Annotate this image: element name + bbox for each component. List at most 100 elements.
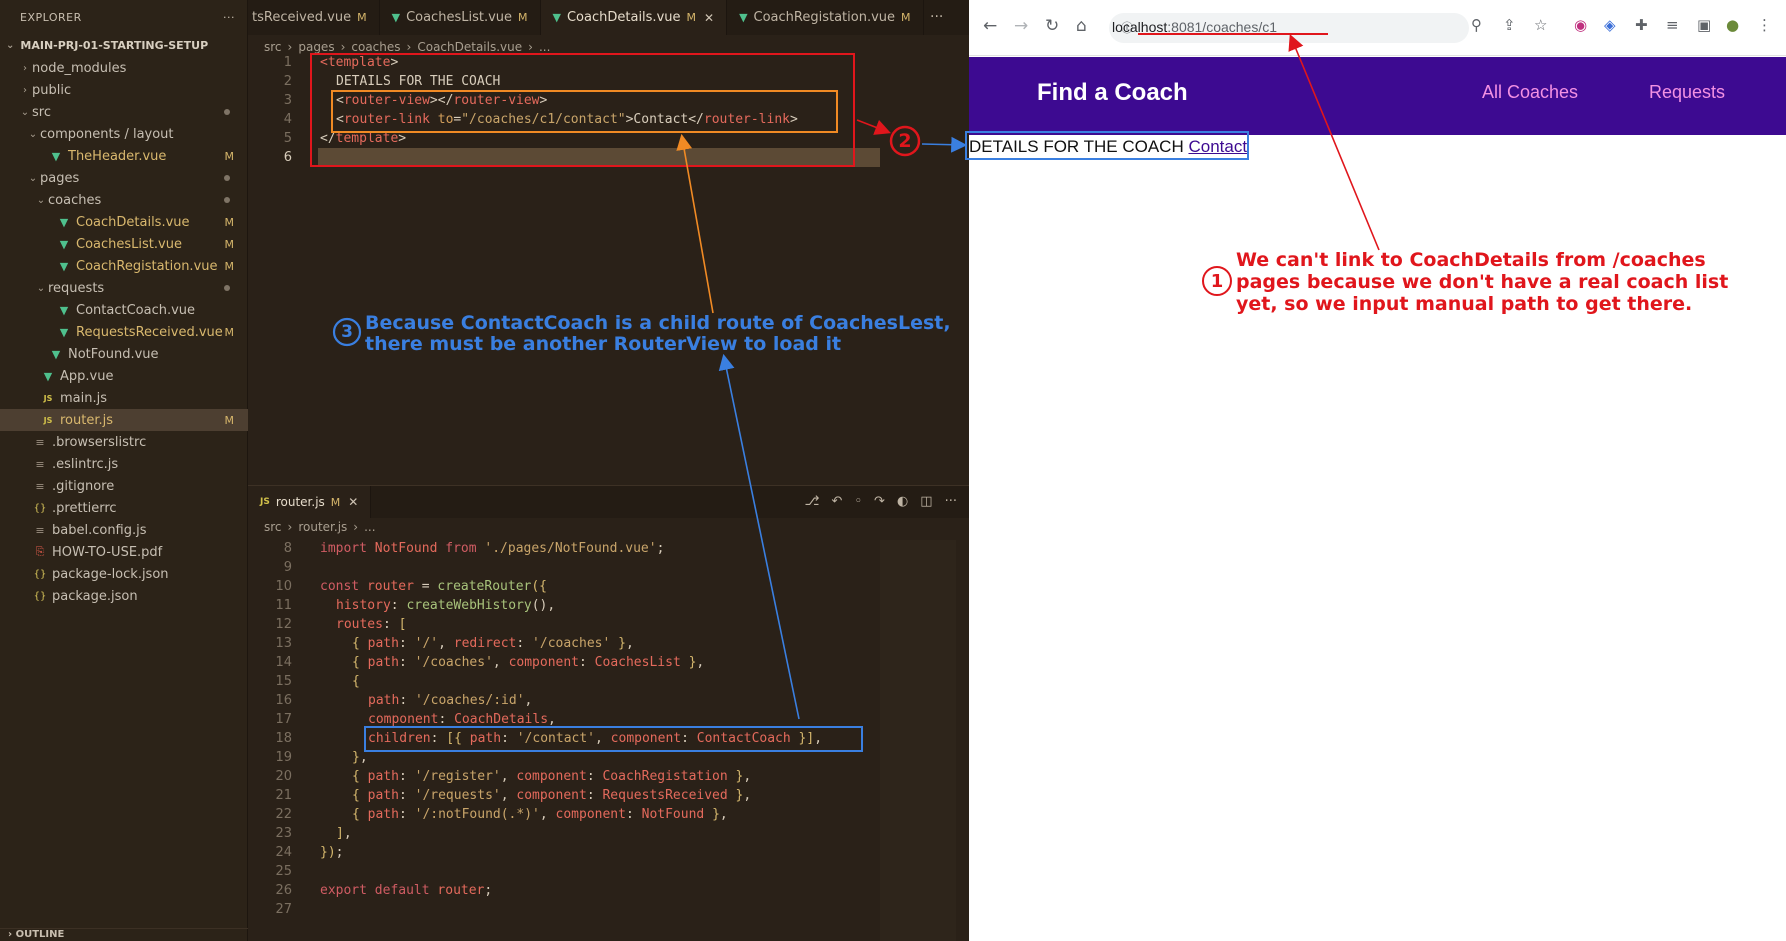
explorer-panel: EXPLORER ··· ⌄ MAIN-PRJ-01-STARTING-SETU… bbox=[0, 0, 248, 941]
menu-icon[interactable]: ⋮ bbox=[1757, 16, 1772, 34]
back-icon[interactable]: ← bbox=[983, 16, 997, 36]
tree-item[interactable]: ▼ CoachRegistation.vue M bbox=[0, 255, 248, 277]
breadcrumb-item[interactable]: src bbox=[264, 40, 282, 54]
tree-item[interactable]: ▼ CoachesList.vue M bbox=[0, 233, 248, 255]
tab-router-js[interactable]: JS router.js M ✕ bbox=[248, 486, 372, 518]
tree-item[interactable]: ≡ .browserslistrc bbox=[0, 431, 248, 453]
puzzle-icon[interactable]: ✚ bbox=[1635, 16, 1648, 34]
url-text[interactable]: localhost:8081/coaches/c1 bbox=[1112, 19, 1277, 35]
chevron-right-icon: › bbox=[23, 84, 27, 96]
tree-item[interactable]: ⌄ src bbox=[0, 101, 248, 123]
breadcrumb-item[interactable]: coaches bbox=[351, 40, 400, 54]
tree-item[interactable]: ≡ babel.config.js bbox=[0, 519, 248, 541]
tree-item-label: pages bbox=[40, 170, 80, 186]
editor-tab[interactable]: tsReceived.vue M bbox=[248, 0, 380, 35]
profile-avatar[interactable]: ● bbox=[1726, 16, 1739, 34]
line-number: 14 bbox=[275, 655, 292, 670]
note1-number: 1 bbox=[1210, 270, 1224, 292]
minimap[interactable] bbox=[880, 540, 956, 941]
tree-item[interactable]: › public bbox=[0, 79, 248, 101]
outline-section[interactable]: › OUTLINE bbox=[0, 928, 248, 941]
split-editor-icon[interactable]: ◫ bbox=[920, 494, 932, 509]
line-number: 27 bbox=[275, 902, 292, 917]
tree-item-label: RequestsReceived.vue bbox=[76, 324, 223, 340]
vue-file-icon: ▼ bbox=[391, 11, 401, 24]
tree-item[interactable]: ⎘ HOW-TO-USE.pdf bbox=[0, 541, 248, 563]
modified-dot bbox=[224, 175, 230, 181]
vue-file-icon: ▼ bbox=[59, 215, 69, 229]
tree-item[interactable]: ▼ App.vue bbox=[0, 365, 248, 387]
git-icon[interactable]: ◐ bbox=[897, 494, 908, 509]
chevron-right-icon: › bbox=[406, 40, 412, 54]
tree-item-label: node_modules bbox=[32, 60, 127, 76]
tree-item[interactable]: ⌄ pages bbox=[0, 167, 248, 189]
tree-item[interactable]: JS main.js bbox=[0, 387, 248, 409]
close-icon[interactable]: ✕ bbox=[704, 11, 714, 25]
vue-file-icon: ▼ bbox=[59, 303, 69, 317]
chevron-right-icon: › bbox=[287, 520, 293, 534]
tree-item[interactable]: › node_modules bbox=[0, 57, 248, 79]
tree-item[interactable]: {} package-lock.json bbox=[0, 563, 248, 585]
reload-icon[interactable]: ↻ bbox=[1045, 16, 1059, 36]
tree-item-label: NotFound.vue bbox=[68, 346, 159, 362]
tree-item[interactable]: ⌄ coaches bbox=[0, 189, 248, 211]
vue-file-icon: ▼ bbox=[739, 11, 748, 24]
breadcrumb-item[interactable]: ... bbox=[364, 520, 375, 534]
extension-icon[interactable]: ◉ bbox=[1574, 16, 1587, 34]
editor-tab[interactable]: ▼ CoachRegistation.vue M bbox=[727, 0, 924, 35]
nav-requests[interactable]: Requests bbox=[1649, 82, 1725, 103]
tree-item[interactable]: ⌄ requests bbox=[0, 277, 248, 299]
tree-item[interactable]: ▼ CoachDetails.vue M bbox=[0, 211, 248, 233]
home-icon[interactable]: ⌂ bbox=[1076, 16, 1087, 36]
js-file-icon: JS bbox=[43, 415, 53, 425]
tree-item[interactable]: ▼ TheHeader.vue M bbox=[0, 145, 248, 167]
tree-item-label: public bbox=[32, 82, 72, 98]
dot-icon[interactable]: ◦ bbox=[854, 494, 862, 509]
editor-tab[interactable]: ▼ CoachesList.vue M bbox=[380, 0, 541, 35]
editor-tab[interactable]: ▼ CoachDetails.vue M ✕ bbox=[540, 0, 728, 35]
tree-item[interactable]: {} package.json bbox=[0, 585, 248, 607]
breadcrumb-item[interactable]: src bbox=[264, 520, 282, 534]
close-icon[interactable]: ✕ bbox=[348, 495, 358, 509]
share-icon[interactable]: ⇪ bbox=[1503, 16, 1516, 34]
tree-item[interactable]: ≡ .eslintrc.js bbox=[0, 453, 248, 475]
star-icon[interactable]: ☆ bbox=[1534, 16, 1547, 34]
project-root[interactable]: ⌄ MAIN-PRJ-01-STARTING-SETUP bbox=[0, 34, 247, 56]
explorer-more-button[interactable]: ··· bbox=[223, 11, 235, 24]
tree-item-label: App.vue bbox=[60, 368, 114, 384]
tree-item[interactable]: ▼ NotFound.vue bbox=[0, 343, 248, 365]
tree-item[interactable]: JS router.js M bbox=[0, 409, 248, 431]
tabs-more-button[interactable]: ··· bbox=[930, 9, 943, 25]
modified-dot bbox=[224, 285, 230, 291]
tree-item-label: babel.config.js bbox=[52, 522, 147, 538]
forward-icon[interactable]: → bbox=[1014, 16, 1028, 36]
nav-all-coaches[interactable]: All Coaches bbox=[1482, 82, 1578, 103]
contact-link[interactable]: Contact bbox=[1188, 137, 1247, 156]
line-number: 17 bbox=[275, 712, 292, 727]
line-number: 26 bbox=[275, 883, 292, 898]
zoom-icon[interactable]: ⚲ bbox=[1471, 16, 1482, 34]
line-number: 18 bbox=[275, 731, 292, 746]
line-number: 25 bbox=[275, 864, 292, 879]
tree-item[interactable]: {} .prettierrc bbox=[0, 497, 248, 519]
chevron-right-icon: › bbox=[528, 40, 533, 54]
tree-item[interactable]: ⌄ components / layout bbox=[0, 123, 248, 145]
tree-item[interactable]: ≡ .gitignore bbox=[0, 475, 248, 497]
modified-badge: M bbox=[224, 237, 235, 251]
more-actions-icon[interactable]: ··· bbox=[945, 494, 957, 509]
breadcrumb-item[interactable]: router.js bbox=[298, 520, 347, 534]
tree-item[interactable]: ▼ RequestsReceived.vue M bbox=[0, 321, 248, 343]
url-path: :8081/coaches/c1 bbox=[1167, 19, 1278, 35]
source-control-icon[interactable]: ⎇ bbox=[804, 494, 819, 509]
breadcrumb-item[interactable]: ... bbox=[539, 40, 550, 54]
go-forward-icon[interactable]: ↷ bbox=[874, 494, 885, 509]
go-back-icon[interactable]: ↶ bbox=[831, 494, 842, 509]
side-panel-icon[interactable]: ▣ bbox=[1697, 16, 1711, 34]
site-brand[interactable]: Find a Coach bbox=[1037, 79, 1188, 107]
breadcrumb-item[interactable]: pages bbox=[298, 40, 334, 54]
tree-item[interactable]: ▼ ContactCoach.vue bbox=[0, 299, 248, 321]
breadcrumb-item[interactable]: CoachDetails.vue bbox=[417, 40, 522, 54]
translate-icon[interactable]: ◈ bbox=[1604, 16, 1616, 34]
reading-list-icon[interactable]: ≡ bbox=[1666, 16, 1679, 34]
modified-badge: M bbox=[224, 215, 235, 229]
